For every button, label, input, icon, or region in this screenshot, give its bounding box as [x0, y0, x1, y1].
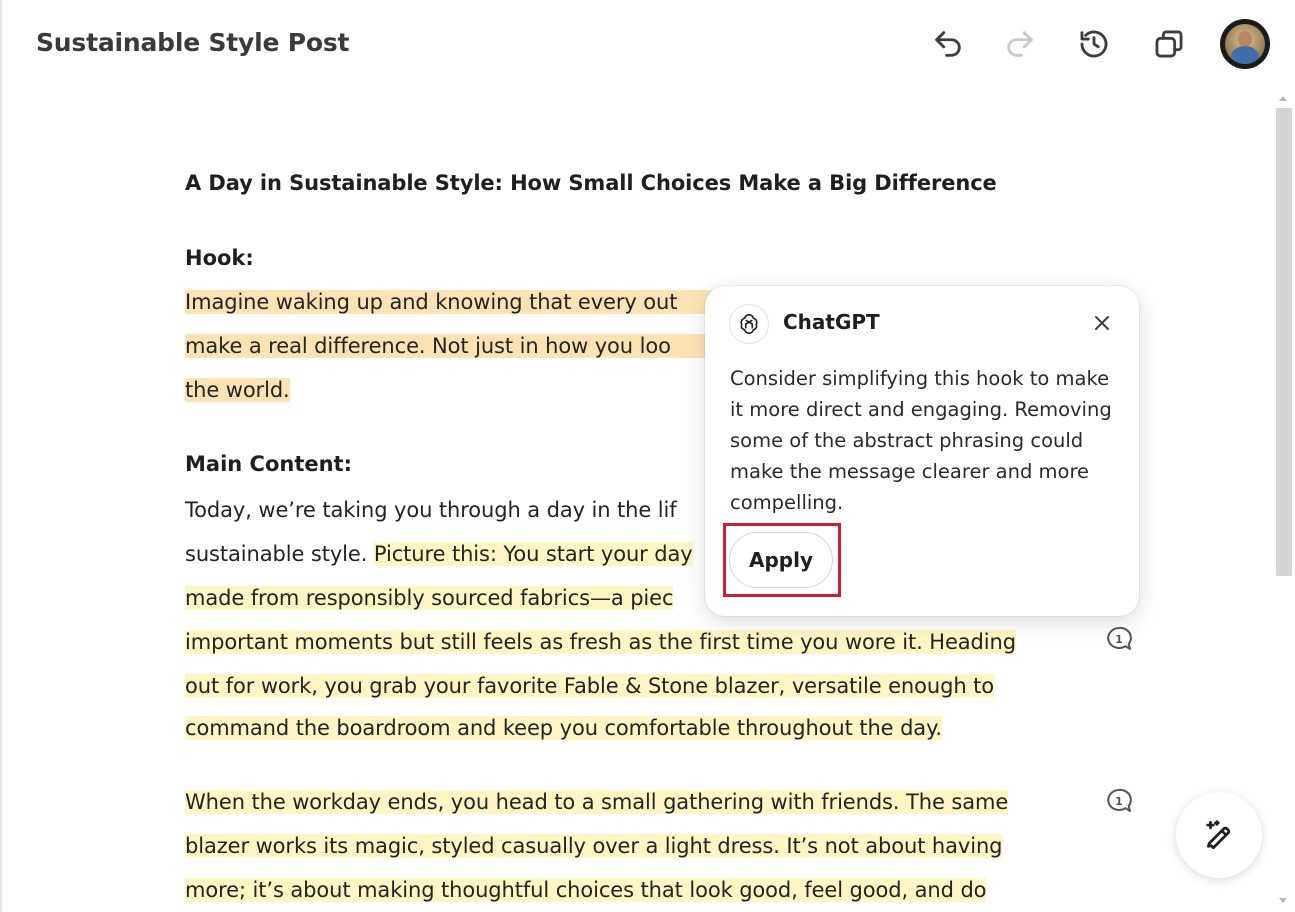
content-line[interactable]: sustainable style. Picture this: You sta…: [185, 532, 693, 576]
suggestion-popup: ChatGPT Consider simplifying this hook t…: [705, 286, 1139, 616]
undo-button[interactable]: [928, 24, 968, 64]
avatar-photo: [1225, 24, 1265, 64]
content-text-highlighted[interactable]: more; it’s about making thoughtful choic…: [185, 878, 987, 902]
comment-indicator[interactable]: 1: [1104, 625, 1134, 653]
redo-icon: [1007, 31, 1033, 57]
content-line[interactable]: out for work, you grab your favorite Fab…: [185, 664, 994, 708]
comment-count: 1: [1115, 633, 1123, 646]
canvas-editor-window: Sustainable Style Post A Day in Sustaina…: [0, 0, 1295, 912]
version-history-button[interactable]: [1074, 24, 1114, 64]
suggestion-message-line: it more direct and engaging. Removing: [730, 398, 1112, 421]
content-text-highlighted[interactable]: out for work, you grab your favorite Fab…: [185, 674, 994, 698]
post-heading: A Day in Sustainable Style: How Small Ch…: [185, 171, 997, 195]
content-text-highlighted[interactable]: important moments but still feels as fre…: [185, 630, 923, 654]
user-avatar[interactable]: [1220, 19, 1270, 69]
comment-bubble-icon: 1: [1107, 788, 1132, 812]
content-text-highlighted[interactable]: made from responsibly sourced fabrics—a …: [185, 586, 674, 610]
suggestion-message-line: Consider simplifying this hook to make: [730, 367, 1110, 390]
suggestion-author: ChatGPT: [783, 310, 880, 334]
pencil-sparkle-icon: [1206, 820, 1231, 850]
content-text-highlighted[interactable]: command the boardroom and keep you comfo…: [185, 716, 942, 740]
chatgpt-logo-icon: [729, 304, 769, 344]
suggestion-message: Consider simplifying this hook to make i…: [730, 363, 1120, 518]
comment-bubble-icon: 1: [1107, 626, 1132, 650]
main-content-label: Main Content:: [185, 452, 352, 476]
content-line[interactable]: blazer works its magic, styled casually …: [185, 824, 1003, 868]
document-title: Sustainable Style Post: [36, 28, 350, 57]
hook-label: Hook:: [185, 246, 254, 270]
close-popup-button[interactable]: [1089, 310, 1115, 336]
scroll-up-arrow[interactable]: [1279, 96, 1287, 101]
suggestion-message-line: make the message clearer and more: [730, 460, 1090, 483]
comment-count: 1: [1115, 795, 1123, 808]
hook-line[interactable]: the world.: [185, 368, 290, 412]
content-text-highlighted[interactable]: When the workday ends, you head to a sma…: [185, 790, 1008, 814]
close-icon: [1095, 316, 1109, 330]
copy-button[interactable]: [1149, 24, 1189, 64]
suggest-edits-button[interactable]: [1176, 792, 1262, 878]
undo-icon: [935, 31, 961, 57]
suggestion-message-line: compelling.: [730, 491, 844, 514]
content-line[interactable]: Today, we’re taking you through a day in…: [185, 488, 677, 532]
scrollbar-thumb[interactable]: [1276, 108, 1292, 576]
scroll-down-arrow[interactable]: [1279, 898, 1287, 903]
comment-indicator[interactable]: 1: [1104, 787, 1134, 815]
left-divider: [0, 0, 2, 912]
content-text-highlighted[interactable]: Heading: [922, 630, 1016, 654]
content-line[interactable]: important moments but still feels as fre…: [185, 620, 1016, 664]
hook-text-highlighted[interactable]: the world.: [185, 378, 290, 402]
content-text-highlighted[interactable]: blazer works its magic, styled casually …: [185, 834, 1003, 858]
suggestion-message-line: some of the abstract phrasing could: [730, 429, 1084, 452]
content-line[interactable]: more; it’s about making thoughtful choic…: [185, 868, 987, 912]
history-icon: [1080, 30, 1108, 58]
content-line[interactable]: When the workday ends, you head to a sma…: [185, 780, 1008, 824]
copy-icon: [1155, 30, 1183, 58]
apply-button[interactable]: Apply: [729, 532, 833, 588]
content-text-highlighted[interactable]: Picture this: You start your day: [373, 542, 693, 566]
content-text: Today, we’re taking you through a day in…: [185, 498, 677, 522]
content-text: sustainable style.: [185, 542, 374, 566]
content-line[interactable]: command the boardroom and keep you comfo…: [185, 706, 942, 750]
content-line[interactable]: made from responsibly sourced fabrics—a …: [185, 576, 674, 620]
redo-button[interactable]: [1000, 24, 1040, 64]
